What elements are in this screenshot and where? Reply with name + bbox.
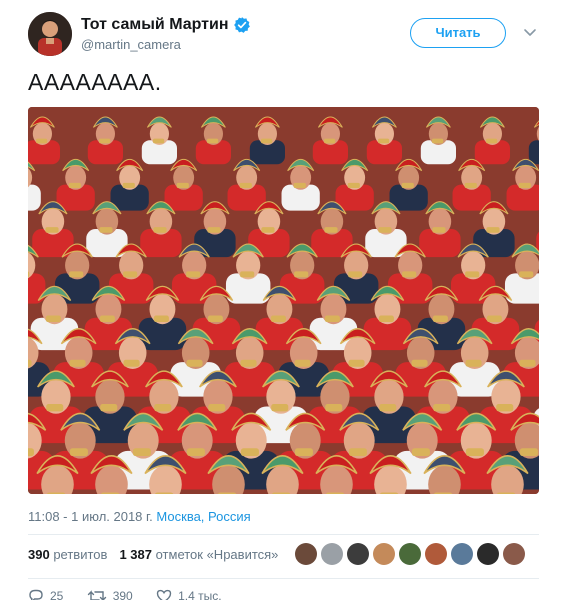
retweet-count: 390 (112, 588, 133, 600)
user-handle[interactable]: @martin_camera (81, 36, 251, 54)
like-button[interactable]: 1,4 тыс. (156, 588, 222, 600)
crowd-photo-image (28, 107, 539, 494)
reply-button[interactable]: 25 (28, 588, 63, 600)
tweet-photo[interactable] (28, 107, 539, 494)
follow-button[interactable]: Читать (410, 18, 506, 48)
avatar-image (28, 12, 72, 56)
liker-avatar[interactable] (477, 543, 499, 565)
tweet-header: Тот самый Мартин @martin_camera Читать (28, 12, 548, 58)
heart-icon (156, 589, 172, 600)
likers-avatars (295, 543, 529, 567)
divider (28, 534, 539, 535)
liker-avatar[interactable] (321, 543, 343, 565)
reply-count: 25 (50, 588, 64, 600)
tweet-card: Тот самый Мартин @martin_camera Читать А… (0, 0, 562, 600)
tweet-location[interactable]: Москва, Россия (156, 509, 250, 524)
likes-count: 1 387 (119, 547, 152, 562)
retweet-button[interactable]: 390 (87, 588, 133, 600)
reply-icon (29, 589, 43, 600)
liker-avatar[interactable] (295, 543, 317, 565)
likes-label: отметок «Нравится» (155, 547, 279, 562)
tweet-text: АААААААА. (28, 69, 162, 95)
liker-avatar[interactable] (373, 543, 395, 565)
tweet-timestamp: 11:08 - 1 июл. 2018 г. Москва, Россия (28, 508, 251, 526)
retweet-icon (87, 590, 106, 600)
retweets-stat[interactable]: 390 ретвитов (28, 547, 107, 562)
display-name[interactable]: Тот самый Мартин (81, 15, 229, 35)
liker-avatar[interactable] (399, 543, 421, 565)
retweets-count: 390 (28, 547, 50, 562)
liker-avatar[interactable] (425, 543, 447, 565)
liker-avatar[interactable] (347, 543, 369, 565)
tweet-stats: 390 ретвитов 1 387 отметок «Нравится» (28, 546, 278, 564)
retweets-label: ретвитов (53, 547, 108, 562)
divider (28, 578, 539, 579)
liker-avatar[interactable] (451, 543, 473, 565)
tweet-actions: 25 390 1,4 тыс. (28, 588, 242, 600)
avatar[interactable] (28, 12, 72, 56)
user-names: Тот самый Мартин @martin_camera (81, 15, 251, 54)
tweet-time[interactable]: 11:08 - 1 июл. 2018 г. (28, 509, 153, 524)
like-count: 1,4 тыс. (178, 588, 222, 600)
likes-stat[interactable]: 1 387 отметок «Нравится» (119, 547, 278, 562)
liker-avatar[interactable] (503, 543, 525, 565)
chevron-down-icon[interactable] (522, 24, 538, 40)
verified-badge-icon (233, 17, 250, 33)
